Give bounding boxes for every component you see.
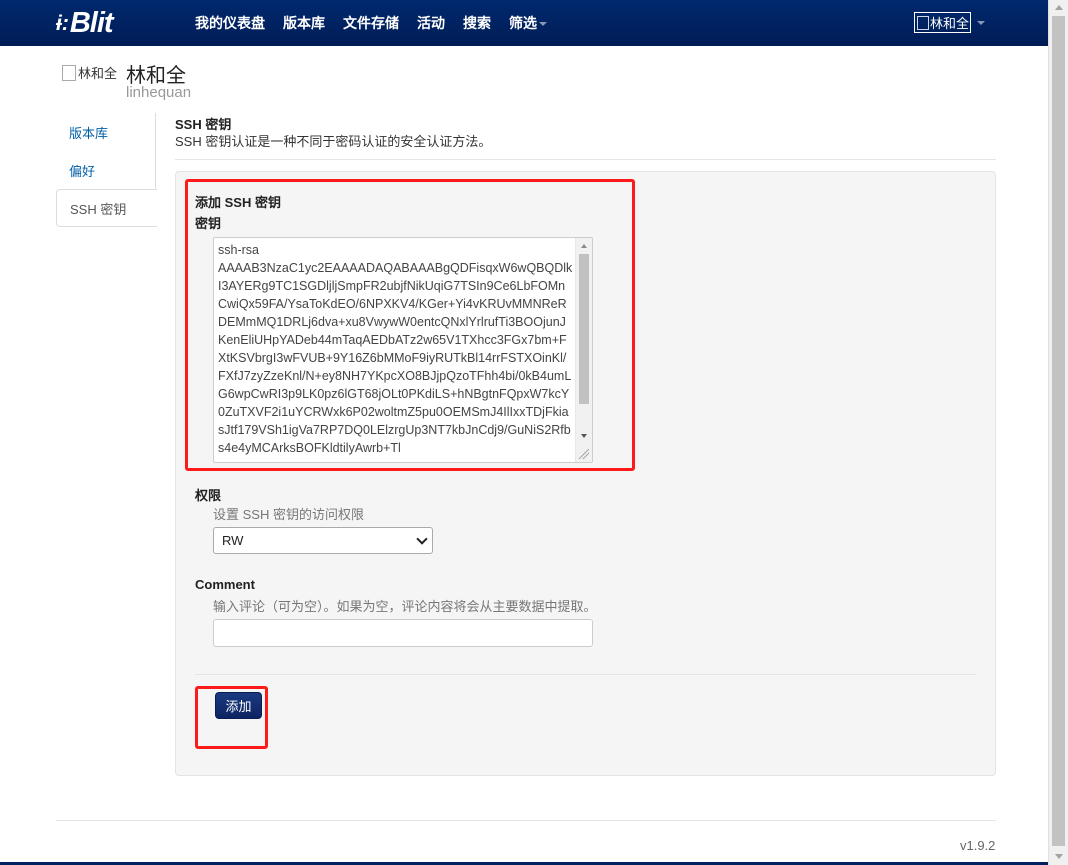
footer-divider xyxy=(56,820,996,821)
broken-image-icon xyxy=(62,64,76,81)
tab-repositories[interactable]: 版本库 xyxy=(56,113,156,151)
broken-image-icon xyxy=(917,15,929,30)
user-avatar[interactable]: 林和全 xyxy=(914,12,972,33)
section-divider xyxy=(175,159,996,160)
chevron-down-icon xyxy=(539,22,547,26)
permission-select[interactable]: RW xyxy=(213,527,433,554)
main-nav: 我的仪表盘 版本库 文件存储 活动 搜索 筛选 xyxy=(186,0,556,46)
nav-filters[interactable]: 筛选 xyxy=(509,13,547,33)
comment-label: Comment xyxy=(195,577,255,592)
tab-ssh-keys[interactable]: SSH 密钥 xyxy=(56,189,157,227)
chevron-down-icon xyxy=(977,20,986,25)
user-menu[interactable]: 林和全 xyxy=(914,12,986,33)
scroll-down-icon[interactable] xyxy=(1055,854,1063,859)
permission-label: 权限 xyxy=(195,488,222,503)
comment-hint: 输入评论（可为空）。如果为空，评论内容将会从主要数据中提取。 xyxy=(213,599,597,614)
profile-avatar: 林和全 xyxy=(62,63,117,82)
ssh-section-description: SSH 密钥认证是一种不同于密码认证的安全认证方法。 xyxy=(175,134,492,149)
highlight-box-button xyxy=(195,686,268,749)
scroll-thumb[interactable] xyxy=(1052,16,1065,846)
permission-selected-value: RW xyxy=(222,533,244,548)
logo-text: Blit xyxy=(69,6,114,39)
permission-hint: 设置 SSH 密钥的访问权限 xyxy=(213,507,364,522)
top-navbar: ɨ: Blit 我的仪表盘 版本库 文件存储 活动 搜索 筛选 林和全 xyxy=(0,0,1048,46)
version-label: v1.9.2 xyxy=(960,838,996,853)
scroll-up-icon[interactable] xyxy=(1055,5,1063,10)
logo-mark: ɨ: xyxy=(56,11,69,35)
nav-filestore[interactable]: 文件存储 xyxy=(343,13,399,33)
nav-activity[interactable]: 活动 xyxy=(417,13,445,33)
profile-username: linhequan xyxy=(126,84,192,101)
page-scrollbar[interactable] xyxy=(1048,0,1068,865)
gitblit-logo[interactable]: ɨ: Blit xyxy=(56,6,114,40)
tab-preferences[interactable]: 偏好 xyxy=(56,151,156,189)
nav-dashboard[interactable]: 我的仪表盘 xyxy=(195,13,265,33)
user-avatar-alt: 林和全 xyxy=(930,16,970,31)
form-actions-divider xyxy=(195,674,976,675)
chevron-down-icon xyxy=(416,533,428,545)
preferences-tabs: 版本库 偏好 SSH 密钥 xyxy=(56,113,157,227)
highlight-box-key xyxy=(185,179,635,471)
nav-filters-label: 筛选 xyxy=(509,15,537,31)
nav-search[interactable]: 搜索 xyxy=(463,13,491,33)
profile-avatar-alt: 林和全 xyxy=(78,66,118,81)
comment-input[interactable] xyxy=(213,619,593,647)
nav-repositories[interactable]: 版本库 xyxy=(283,13,325,33)
